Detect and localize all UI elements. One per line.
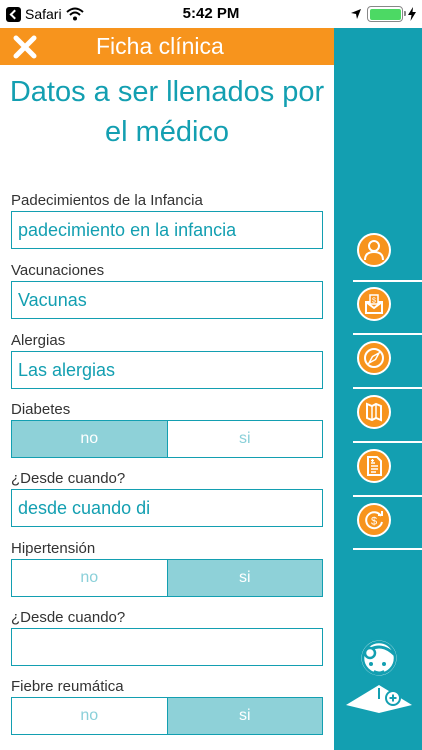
hipertension-desde-label: ¿Desde cuando? — [11, 609, 126, 626]
vacunaciones-input[interactable]: Vacunas — [11, 281, 323, 319]
padecimientos-label: Padecimientos de la Infancia — [11, 192, 203, 209]
sidebar-divider — [353, 280, 422, 282]
compass-icon — [364, 348, 384, 368]
header-title: Ficha clínica — [96, 33, 224, 59]
location-arrow-icon — [351, 9, 361, 19]
doctor-icon — [346, 637, 412, 713]
sidebar-item-map[interactable] — [357, 395, 391, 429]
diabetes-toggle: no si — [11, 420, 323, 458]
refund-money-icon: $ — [365, 511, 383, 530]
close-button[interactable] — [12, 34, 38, 60]
hipertension-no-option[interactable]: no — [12, 560, 167, 596]
sidebar-divider — [353, 333, 422, 335]
fiebre-label: Fiebre reumática — [11, 678, 124, 695]
sidebar-divider — [353, 387, 422, 389]
hipertension-label: Hipertensión — [11, 540, 96, 557]
map-icon — [366, 402, 382, 422]
alergias-input[interactable]: Las alergias — [11, 351, 323, 389]
fiebre-toggle: no si — [11, 697, 323, 735]
sidebar-item-refund[interactable]: $ — [357, 503, 391, 537]
sidebar: $ $ — [334, 28, 422, 750]
charging-bolt-icon — [408, 7, 416, 21]
sidebar-item-prescription[interactable] — [357, 449, 391, 483]
sidebar-divider — [353, 495, 422, 497]
diabetes-si-option[interactable]: si — [166, 421, 322, 457]
app-header: Ficha clínica — [0, 28, 334, 65]
page-title: Datos a ser llenados por el médico — [9, 76, 325, 148]
svg-text:$: $ — [371, 516, 377, 528]
padecimientos-input[interactable]: padecimiento en la infancia — [11, 211, 323, 249]
sidebar-item-compass[interactable] — [357, 341, 391, 375]
battery-icon — [367, 6, 406, 22]
hipertension-si-option[interactable]: si — [166, 560, 322, 596]
fiebre-no-option[interactable]: no — [12, 698, 167, 734]
diabetes-label: Diabetes — [11, 401, 71, 418]
status-indicators — [350, 5, 416, 23]
sidebar-item-payment[interactable]: $ — [357, 287, 391, 321]
diabetes-no-option[interactable]: no — [12, 421, 167, 457]
hipertension-toggle: no si — [11, 559, 323, 597]
sidebar-divider — [353, 548, 422, 550]
hipertension-desde-input[interactable] — [11, 628, 323, 666]
payment-envelope-icon: $ — [365, 294, 383, 314]
sidebar-item-profile[interactable] — [357, 233, 391, 267]
user-icon — [364, 240, 384, 261]
battery-level — [369, 8, 401, 20]
sidebar-divider — [353, 441, 422, 443]
vacunaciones-label: Vacunaciones — [11, 262, 105, 279]
close-x-icon — [13, 35, 37, 59]
prescription-document-icon — [367, 456, 382, 476]
diabetes-desde-label: ¿Desde cuando? — [11, 470, 126, 487]
status-bar: Safari 5:42 PM — [0, 0, 422, 28]
fiebre-si-option[interactable]: si — [166, 698, 322, 734]
alergias-label: Alergias — [11, 332, 66, 349]
diabetes-desde-input[interactable]: desde cuando di — [11, 489, 323, 527]
svg-text:$: $ — [372, 298, 376, 305]
